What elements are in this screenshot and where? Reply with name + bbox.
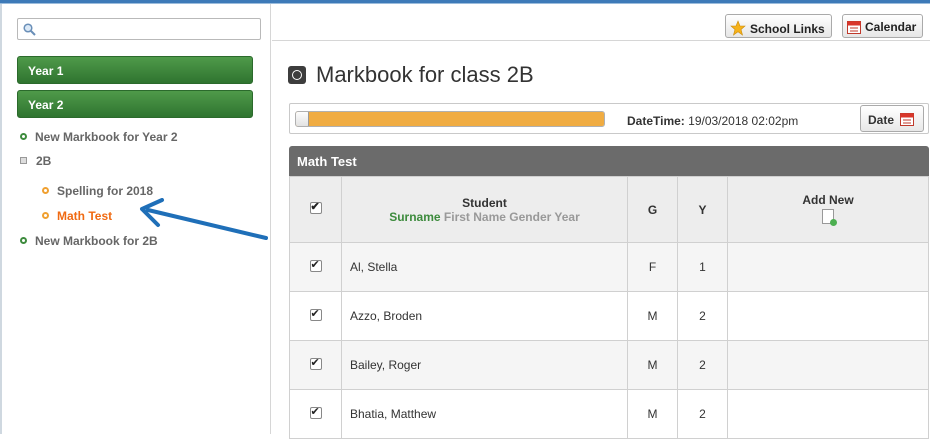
student-year: 2: [677, 291, 728, 341]
student-year: 2: [677, 389, 728, 439]
bullet-icon: [20, 133, 27, 140]
toolbar-divider: [272, 40, 930, 41]
add-new-icon[interactable]: [822, 209, 837, 226]
student-gender: F: [627, 242, 678, 292]
student-name[interactable]: Bailey, Roger: [341, 340, 628, 390]
date-progress-bar: DateTime: 19/03/2018 02:02pm Date: [289, 103, 929, 134]
progress-handle[interactable]: [296, 112, 309, 126]
grid-title: Math Test: [289, 146, 929, 176]
student-name[interactable]: Bhatia, Matthew: [341, 389, 628, 439]
add-new-cell[interactable]: [727, 242, 929, 292]
bullet-icon: [42, 187, 49, 194]
page-title-text: Markbook for class 2B: [316, 62, 534, 87]
tree-item-spelling-2018[interactable]: Spelling for 2018: [42, 184, 153, 198]
tree-item-label: New Markbook for Year 2: [35, 130, 178, 144]
student-gender: M: [627, 340, 678, 390]
calendar-label: Calendar: [865, 20, 917, 34]
column-gender[interactable]: G: [627, 176, 678, 243]
table-row: Bhatia, Matthew M 2: [289, 389, 929, 439]
add-new-label: Add New: [802, 193, 854, 207]
column-student-label: Student: [462, 195, 507, 210]
annotation-arrow: [140, 198, 268, 240]
tree-item-new-markbook-year2[interactable]: New Markbook for Year 2: [20, 130, 178, 144]
table-row: Azzo, Broden M 2: [289, 291, 929, 341]
row-select-cell: [289, 242, 342, 292]
student-gender: M: [627, 291, 678, 341]
tree-item-math-test[interactable]: Math Test: [42, 209, 112, 223]
search-input[interactable]: [17, 18, 261, 40]
date-button[interactable]: Date: [860, 105, 924, 132]
row-checkbox[interactable]: [309, 356, 322, 370]
tree-item-class-2b[interactable]: 2B: [20, 154, 51, 168]
page-title: Markbook for class 2B: [288, 62, 534, 88]
row-select-cell: [289, 340, 342, 390]
sort-surname[interactable]: Surname: [389, 210, 440, 224]
year-group-label: Year 1: [28, 64, 64, 78]
window-left-edge: [0, 4, 2, 434]
progress-track[interactable]: [295, 111, 605, 127]
tree-item-label: Math Test: [57, 209, 113, 223]
student-gender: M: [627, 389, 678, 439]
date-button-label: Date: [868, 113, 895, 127]
column-year-label: Y: [698, 202, 707, 217]
column-year[interactable]: Y: [677, 176, 728, 243]
calendar-button[interactable]: Calendar: [842, 14, 924, 38]
student-sort-options: Surname First Name Gender Year: [342, 210, 627, 224]
school-links-label: School Links: [750, 22, 825, 36]
row-checkbox[interactable]: [309, 258, 322, 272]
select-all-cell: [289, 176, 342, 243]
markbook-icon: [288, 66, 306, 84]
student-name[interactable]: Al, Stella: [341, 242, 628, 292]
table-row: Bailey, Roger M 2: [289, 340, 929, 390]
add-new-cell[interactable]: [727, 291, 929, 341]
add-new-cell[interactable]: [727, 340, 929, 390]
tree-item-label: Spelling for 2018: [57, 184, 154, 198]
school-links-button[interactable]: School Links: [725, 14, 832, 38]
sort-other[interactable]: First Name Gender Year: [444, 210, 580, 224]
app-window: Year 1 Year 2 New Markbook for Year 2 2B…: [0, 0, 930, 439]
column-student[interactable]: Student Surname First Name Gender Year: [341, 176, 628, 243]
year-group-label: Year 2: [28, 98, 64, 112]
tree-item-label: 2B: [36, 154, 52, 168]
row-select-cell: [289, 291, 342, 341]
select-all-checkbox[interactable]: [309, 200, 322, 214]
table-header-row: Student Surname First Name Gender Year G…: [289, 176, 929, 243]
year-group-2[interactable]: Year 2: [17, 90, 253, 118]
year-group-1[interactable]: Year 1: [17, 56, 253, 84]
datetime-label: DateTime:: [627, 114, 685, 128]
bullet-icon: [20, 237, 27, 244]
row-select-cell: [289, 389, 342, 439]
datetime-display: DateTime: 19/03/2018 02:02pm: [627, 114, 798, 128]
markbook-table: Student Surname First Name Gender Year G…: [289, 176, 929, 439]
search-icon: [23, 23, 36, 36]
grid-title-text: Math Test: [297, 154, 357, 169]
student-year: 1: [677, 242, 728, 292]
row-checkbox[interactable]: [309, 405, 322, 419]
student-year: 2: [677, 340, 728, 390]
datetime-value: 19/03/2018 02:02pm: [688, 114, 799, 128]
calendar-icon: [900, 113, 915, 126]
calendar-icon: [847, 21, 861, 34]
student-name[interactable]: Azzo, Broden: [341, 291, 628, 341]
progress-fill: [296, 112, 604, 126]
star-icon: [730, 20, 746, 36]
row-checkbox[interactable]: [309, 307, 322, 321]
column-add-new[interactable]: Add New: [727, 176, 929, 243]
add-new-cell[interactable]: [727, 389, 929, 439]
table-row: Al, Stella F 1: [289, 242, 929, 292]
collapse-icon: [20, 157, 27, 164]
bullet-icon: [42, 212, 49, 219]
column-gender-label: G: [647, 202, 658, 217]
